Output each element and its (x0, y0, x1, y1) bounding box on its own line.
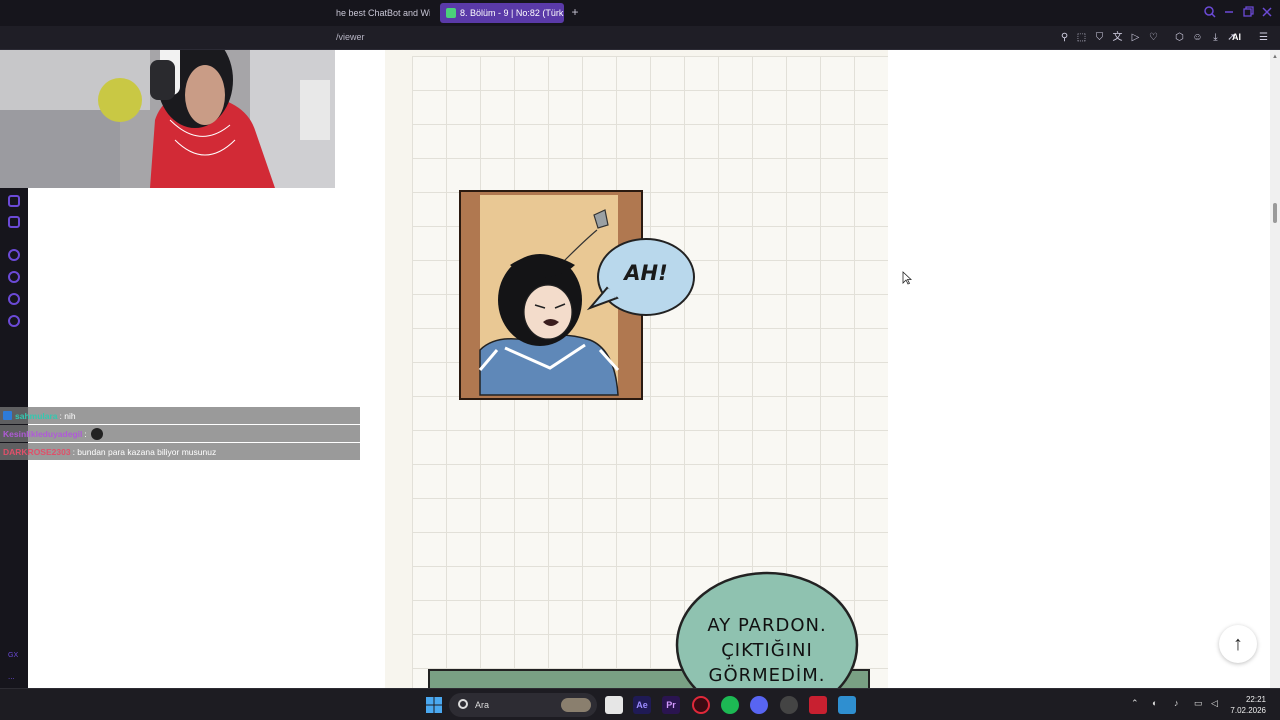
spotify-icon[interactable] (721, 696, 739, 714)
windows-start-icon[interactable] (425, 696, 443, 714)
url-text[interactable]: /viewer (336, 32, 365, 42)
menu-icon[interactable]: ☰ (1257, 31, 1270, 44)
search-highlight-icon (561, 698, 591, 712)
settings-icon[interactable] (8, 315, 20, 327)
display-icon[interactable]: ▭ (1194, 698, 1203, 709)
heart-icon[interactable]: ♡ (1147, 31, 1160, 44)
address-bar: /viewer ⚲ ⬚ ⛉ 文 ▷ ♡ ⬡ ☺ ⤓ ➚ AI ☰ (0, 26, 1280, 50)
discord-icon[interactable] (8, 216, 20, 228)
chat-text: : nih (59, 410, 76, 421)
translate-icon[interactable]: 文 (1111, 31, 1124, 44)
stream-chat-overlay: sahmulara : nih Kesinlikleduyadegil : DA… (0, 407, 360, 461)
tab-bar: he best ChatBot and Wid 8. Bölüm - 9 | N… (0, 0, 1280, 26)
system-clock[interactable]: 22:21 7.02.2026 (1226, 694, 1266, 716)
page-scrollbar[interactable] (1270, 50, 1280, 688)
minimize-icon[interactable] (1222, 5, 1236, 19)
taskbar-search[interactable]: Ara (449, 693, 597, 717)
comic-page: AH! AY PARDON. ÇIKTIĞINI GÖRMEDİM. (385, 50, 888, 688)
photo-app-icon[interactable] (838, 696, 856, 714)
chat-message: sahmulara : nih (0, 407, 360, 424)
more-icon[interactable]: ... (8, 672, 15, 681)
windows-taskbar: Ara Ae Pr ⌃ ◐ ♪ ▭ ◁ 22:21 7.02.2026 (0, 688, 1280, 720)
speech-text-ah: AH! (624, 261, 668, 285)
after-effects-icon[interactable]: Ae (633, 696, 651, 714)
chat-message: Kesinlikleduyadegil : (0, 425, 360, 442)
search-label: Ara (475, 700, 490, 710)
page-margin-right (888, 50, 1280, 688)
search-icon (458, 699, 468, 709)
history-icon[interactable] (8, 271, 20, 283)
microphone-icon[interactable]: ♪ (1174, 698, 1179, 708)
instagram-icon[interactable] (8, 195, 20, 207)
screen: he best ChatBot and Wid 8. Bölüm - 9 | N… (0, 0, 1280, 720)
pin-icon[interactable]: ⚲ (1058, 31, 1071, 44)
volume-icon[interactable]: ◁ (1211, 698, 1218, 709)
subscriber-badge-icon (3, 411, 12, 420)
tab-comic-active[interactable]: 8. Bölüm - 9 | No:82 (Türk (440, 3, 564, 23)
clock-time: 22:21 (1245, 695, 1266, 704)
speech-line-2: ÇIKTIĞINI (721, 640, 813, 661)
new-tab-button[interactable]: + (568, 4, 582, 20)
scroll-up-arrow-icon[interactable]: ▲ (1272, 54, 1278, 60)
page-margin (335, 50, 385, 188)
chat-message: DARKROSE2303 : bundan para kazana biliyo… (0, 443, 360, 460)
tab-label: he best ChatBot and Wid (336, 8, 430, 18)
extensions-icon[interactable]: ⬡ (1173, 31, 1186, 44)
tray-overflow-icon[interactable]: ⌃ (1131, 698, 1139, 709)
premiere-pro-icon[interactable]: Pr (662, 696, 680, 714)
back-to-top-button[interactable]: ↑ (1219, 625, 1257, 663)
player-icon[interactable] (8, 249, 20, 261)
opera-gx-icon[interactable] (692, 696, 710, 714)
gx-label[interactable]: GX (8, 652, 18, 659)
tab-chatbot[interactable]: he best ChatBot and Wid (330, 3, 430, 23)
scrollbar-thumb[interactable] (1273, 203, 1277, 223)
chat-text: : (84, 428, 87, 439)
close-icon[interactable] (1260, 5, 1274, 19)
search-tabs-icon[interactable] (1203, 5, 1217, 19)
discord-taskbar-icon[interactable] (750, 696, 768, 714)
file-explorer-icon[interactable] (605, 696, 623, 714)
mouse-cursor-icon (902, 271, 912, 285)
tab-favicon-icon (446, 8, 456, 18)
download-icon[interactable]: ⤓ (1209, 31, 1222, 44)
streaming-app-icon[interactable] (780, 696, 798, 714)
network-tray-icon[interactable]: ◐ (1152, 698, 1157, 708)
speech-line-3: GÖRMEDİM. (708, 665, 826, 686)
ai-label[interactable]: AI (1232, 32, 1241, 42)
arrow-up-icon: ↑ (1233, 632, 1243, 655)
play-icon[interactable]: ▷ (1129, 31, 1142, 44)
shield-icon[interactable]: ⛉ (1093, 31, 1106, 44)
emote-icon (90, 427, 103, 440)
speech-line-1: AY PARDON. (707, 615, 827, 636)
profile-icon[interactable]: ☺ (1191, 31, 1204, 44)
comic-artwork (428, 190, 870, 688)
chat-username: DARKROSE2303 (3, 446, 71, 457)
clock-date: 7.02.2026 (1230, 706, 1266, 715)
snapshot-icon[interactable]: ⬚ (1075, 31, 1088, 44)
speech-text-pardon: AY PARDON. ÇIKTIĞINI GÖRMEDİM. (685, 613, 849, 688)
chat-username: Kesinlikleduyadegil (3, 428, 83, 439)
chat-text: : bundan para kazana biliyor musunuz (72, 446, 217, 457)
restore-icon[interactable] (1241, 5, 1255, 19)
extensions-sidebar-icon[interactable] (8, 293, 20, 305)
game-app-icon[interactable] (809, 696, 827, 714)
tab-label: 8. Bölüm - 9 | No:82 (Türk (460, 8, 564, 18)
chat-username: sahmulara (15, 410, 58, 421)
